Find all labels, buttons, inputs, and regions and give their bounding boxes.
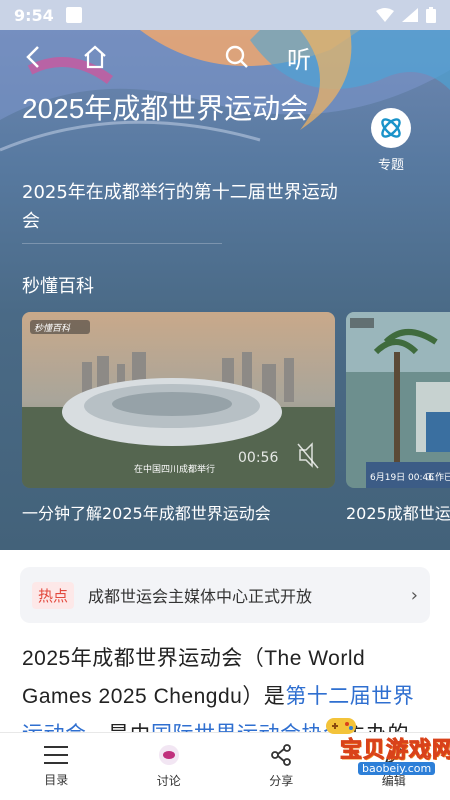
section-title-encyclopedia: 秒懂百科 bbox=[22, 276, 94, 297]
tab-discussion[interactable]: 讨论 bbox=[113, 733, 226, 800]
video-caption[interactable]: 一分钟了解2025年成都世界运动会 bbox=[22, 500, 271, 524]
video-overlay-text: 工作已进 bbox=[426, 471, 450, 483]
video-thumbnail: 秒懂百科 在中国四川成都举行 00:56 bbox=[22, 312, 335, 488]
video-brand: 秒懂百科 bbox=[34, 323, 71, 334]
video-thumbnail: 6月19日 00:46 工作已进 bbox=[346, 312, 450, 488]
battery-icon bbox=[426, 7, 436, 23]
top-nav: 听 bbox=[0, 38, 450, 74]
home-button[interactable] bbox=[80, 42, 110, 72]
watermark-url: baobeiy.com bbox=[358, 762, 436, 775]
tab-share[interactable]: 分享 bbox=[225, 733, 338, 800]
video-date: 6月19日 00:46 bbox=[370, 472, 434, 483]
notification-icon bbox=[65, 7, 82, 23]
discussion-icon bbox=[158, 745, 179, 765]
header-divider bbox=[22, 243, 222, 244]
tab-label: 目录 bbox=[44, 773, 69, 787]
watermark-title: 宝贝游戏网 bbox=[339, 738, 450, 764]
video-card[interactable]: 秒懂百科 在中国四川成都举行 00:56 bbox=[22, 312, 335, 488]
video-duration: 00:56 bbox=[238, 450, 278, 466]
search-icon bbox=[225, 45, 248, 68]
page-title: 2025年成都世界运动会 bbox=[22, 93, 309, 124]
video-caption[interactable]: 2025成都世运会 bbox=[346, 500, 450, 524]
listen-button[interactable]: 听 bbox=[284, 42, 314, 74]
site-watermark: 宝贝游戏网 baobeiy.com bbox=[322, 712, 450, 778]
chevron-right-icon: › bbox=[410, 584, 418, 606]
page-subtitle: 2025年在成都举行的第十二届世界运动会 bbox=[22, 182, 338, 232]
signal-icon bbox=[402, 8, 418, 22]
status-time: 9:54 bbox=[14, 5, 54, 25]
hot-tag: 热点 bbox=[32, 581, 75, 609]
tab-label: 分享 bbox=[269, 774, 294, 788]
list-icon bbox=[44, 746, 69, 764]
home-icon bbox=[84, 45, 106, 69]
topic-icon bbox=[371, 108, 411, 148]
wifi-icon bbox=[376, 8, 394, 22]
video-overlay-text: 在中国四川成都举行 bbox=[134, 463, 215, 475]
hot-news-text: 成都世运会主媒体中心正式开放 bbox=[88, 587, 313, 606]
topic-label: 专题 bbox=[377, 158, 404, 173]
search-button[interactable] bbox=[222, 42, 252, 72]
tab-label: 讨论 bbox=[156, 774, 181, 788]
back-button[interactable] bbox=[18, 42, 48, 72]
tab-contents[interactable]: 目录 bbox=[0, 733, 113, 800]
back-icon bbox=[26, 46, 39, 68]
share-icon bbox=[271, 744, 292, 766]
topic-button[interactable]: 专题 bbox=[368, 108, 414, 173]
hot-news-bar[interactable]: 热点 成都世运会主媒体中心正式开放 › bbox=[20, 567, 430, 623]
video-card[interactable]: 6月19日 00:46 工作已进 bbox=[346, 312, 450, 488]
status-bar: 9:54 bbox=[0, 0, 450, 30]
